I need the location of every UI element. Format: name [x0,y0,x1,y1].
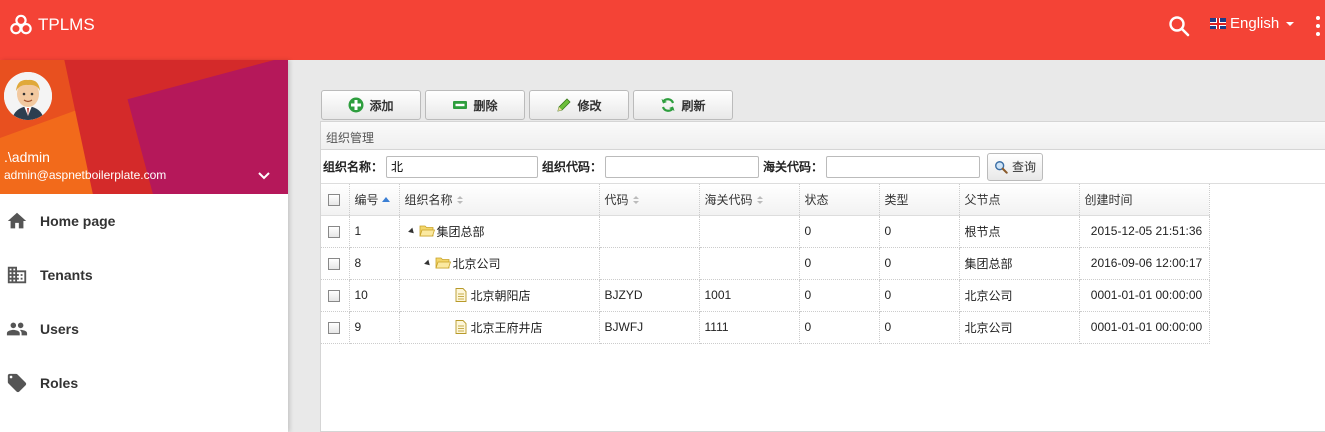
org-name-label: 组织名称： [323,160,384,174]
app-title: TPLMS [38,15,95,34]
column-header-status[interactable]: 状态 [799,184,880,216]
delete-button[interactable]: 删除 [425,90,525,120]
remove-icon [453,101,468,109]
refresh-icon [661,98,675,112]
customs-code-input[interactable] [826,155,981,178]
language-label: English [1230,15,1280,32]
org-name-input[interactable] [386,155,539,178]
sidebar-menu: Home page Tenants Users Roles [0,194,288,410]
table-row[interactable]: 9 北京王府井店 BJWFJ 1111 0 0 北京公司 0001-01-01 … [321,311,1210,344]
search-icon[interactable] [1167,14,1191,38]
language-selector[interactable]: English [1210,15,1295,32]
column-header-type[interactable]: 类型 [879,184,960,216]
row-checkbox[interactable] [328,321,340,334]
table-header: 编号 组织名称 代码 海关代码 状态 类型 父节点 创建时间 [321,184,1210,216]
row-checkbox[interactable] [328,225,340,238]
sidebar-item-label: Users [40,321,79,337]
home-icon [7,212,27,229]
avatar[interactable] [4,72,52,120]
file-icon [455,320,466,334]
column-header-created[interactable]: 创建时间 [1079,184,1210,216]
column-header-customs-code[interactable]: 海关代码 [699,184,800,216]
refresh-button[interactable]: 刷新 [633,90,733,120]
column-header-id[interactable]: 编号 [349,184,400,216]
uk-flag-icon [1210,18,1226,29]
main-content: 添加 删除 修改 刷新 组织管理 组织名称： 组织代码： 海关代码： 查询 [288,60,1325,432]
expand-arrow-icon[interactable] [423,259,432,267]
user-email: admin@aspnetboilerplate.com [4,168,167,182]
business-icon [7,266,27,284]
search-icon [995,160,1008,174]
sidebar: .\admin admin@aspnetboilerplate.com Home… [0,60,288,432]
sidebar-item-label: Roles [40,375,79,391]
column-header-name[interactable]: 组织名称 [399,184,600,216]
add-icon [348,97,364,113]
column-header-parent[interactable]: 父节点 [959,184,1080,216]
table-row[interactable]: 10 北京朝阳店 BJZYD 1001 0 0 北京公司 0001-01-01 … [321,279,1210,312]
table-row[interactable]: 8 北京公司 0 0 集团总部 2016-09-06 12:00:17 [321,247,1210,280]
panel-title: 组织管理 [321,122,1325,150]
people-icon [6,322,28,336]
top-navbar: TPLMS English [0,0,1325,60]
sort-asc-icon [381,194,390,208]
sidebar-item-home[interactable]: Home page [0,194,288,248]
user-name: .\admin [4,149,50,165]
add-button[interactable]: 添加 [321,90,421,120]
sidebar-item-label: Home page [40,213,116,229]
sidebar-item-roles[interactable]: Roles [0,356,288,410]
sidebar-item-label: Tenants [40,267,93,283]
user-info-panel: .\admin admin@aspnetboilerplate.com [0,60,288,194]
org-panel: 组织管理 组织名称： 组织代码： 海关代码： 查询 编号 组织名称 [320,121,1325,432]
row-checkbox[interactable] [328,289,340,302]
sidebar-item-tenants[interactable]: Tenants [0,248,288,302]
search-bar: 组织名称： 组织代码： 海关代码： 查询 [321,150,1325,184]
user-avatar-icon [4,72,52,120]
chevron-down-icon[interactable] [256,168,272,184]
org-code-label: 组织代码： [542,160,603,174]
select-all-checkbox[interactable] [321,184,350,216]
toolbar: 添加 删除 修改 刷新 [321,90,733,120]
edit-button[interactable]: 修改 [529,90,629,120]
pencil-icon [557,98,572,112]
caret-down-icon [1286,21,1295,26]
sidebar-item-users[interactable]: Users [0,302,288,356]
customs-code-label: 海关代码： [763,160,824,174]
brand[interactable]: TPLMS [10,14,95,36]
query-button[interactable]: 查询 [987,152,1044,181]
org-code-input[interactable] [605,155,760,178]
folder-open-icon [418,225,435,237]
table-row[interactable]: 1 集团总部 0 0 根节点 2015-12-05 21:51:36 [321,215,1210,248]
sort-icon [756,194,764,208]
file-icon [455,288,466,302]
org-table: 编号 组织名称 代码 海关代码 状态 类型 父节点 创建时间 1 集团总部 0 … [321,184,1210,344]
sort-icon [456,194,464,208]
more-vert-icon[interactable] [1316,16,1320,36]
column-header-code[interactable]: 代码 [599,184,700,216]
row-checkbox[interactable] [328,257,340,270]
logo-icon [10,14,32,35]
tag-icon [7,373,27,393]
sort-icon [632,194,640,208]
folder-open-icon [434,257,451,269]
expand-arrow-icon[interactable] [407,227,416,235]
